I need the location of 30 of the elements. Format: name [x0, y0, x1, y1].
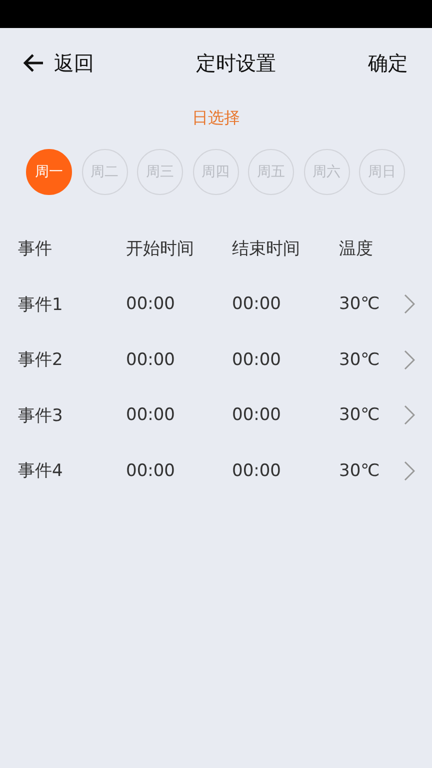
back-button[interactable]: 返回	[22, 50, 94, 76]
column-header: 结束时间	[232, 238, 301, 260]
confirm-button[interactable]: 确定	[368, 50, 408, 76]
column-header: 开始时间	[126, 238, 195, 260]
day-toggle[interactable]: 周一	[26, 149, 72, 195]
table-cell-text: 30℃	[339, 405, 381, 426]
table-cell-text: 事件3	[18, 404, 64, 427]
table-cell-text: 事件4	[18, 460, 64, 482]
table-cell-text: 00:00	[232, 460, 282, 481]
chevron-right-icon[interactable]	[403, 405, 415, 426]
table-cell-text: 00:00	[126, 350, 176, 370]
table-cell-text: 00:00	[232, 350, 282, 370]
chevron-right-icon[interactable]	[403, 294, 415, 314]
table-cell-text: 00:00	[126, 294, 176, 314]
table-cell-text: 00:00	[232, 294, 282, 314]
section-title: 日选择	[191, 108, 241, 129]
page-title: 定时设置	[196, 50, 276, 76]
table-cell-text: 事件2	[18, 349, 64, 372]
back-arrow-icon	[22, 53, 44, 73]
table-cell-text: 00:00	[126, 405, 176, 426]
chevron-right-icon[interactable]	[403, 460, 415, 481]
column-header: 事件	[18, 238, 53, 260]
table-cell-text: 30℃	[339, 460, 381, 481]
table-cell-text: 00:00	[232, 405, 282, 426]
table-cell-text: 00:00	[126, 460, 176, 481]
table-cell-text: 事件1	[18, 294, 64, 316]
column-header: 温度	[339, 238, 374, 260]
table-cell-text: 30℃	[339, 294, 381, 314]
chevron-right-icon[interactable]	[403, 350, 415, 370]
table-cell-text: 30℃	[339, 350, 381, 370]
